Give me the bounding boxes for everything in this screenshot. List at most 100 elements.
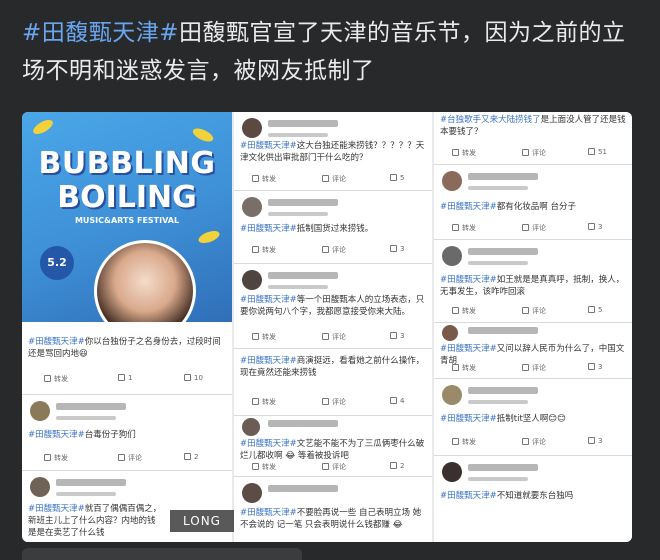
comment-button[interactable]: 评论 <box>522 148 546 158</box>
like-button[interactable]: 3 <box>390 245 404 253</box>
like-button[interactable]: 3 <box>588 363 602 371</box>
forward-button[interactable]: 转发 <box>452 306 476 316</box>
comment-button[interactable]: 评论 <box>522 223 546 233</box>
like-button[interactable]: 3 <box>588 223 602 231</box>
forward-button[interactable]: 转发 <box>252 332 276 342</box>
comment-button[interactable]: 评论 <box>322 332 346 342</box>
weibo-post[interactable]: #田馥甄天津#台毒份子狗们 转发 评论 2 <box>22 395 232 471</box>
username-blurred <box>268 199 338 206</box>
post-hashtag[interactable]: #田馥甄天津# <box>440 202 497 212</box>
post-hashtag[interactable]: #田馥甄天津# <box>240 508 297 518</box>
weibo-post[interactable]: #田馥甄天津#不知道就要东台独吗 <box>434 456 632 542</box>
meta-blurred <box>56 415 116 420</box>
weibo-post[interactable]: #田馥甄天津#等一个田馥甄本人的立场表态，只要你说两句八个字，我都愿意接受你来大… <box>234 264 432 349</box>
weibo-post[interactable]: #田馥甄天津#文艺能不能不为了三瓜俩枣什么破烂儿都收啊 😂 等着被投诉吧 转发 … <box>234 416 432 477</box>
post-hashtag[interactable]: #田馥甄天津# <box>28 430 85 440</box>
forward-button[interactable]: 转发 <box>452 223 476 233</box>
like-button[interactable]: 2 <box>184 453 198 461</box>
post-hashtag[interactable]: #田馥甄天津# <box>240 295 297 305</box>
headline-hashtag[interactable]: #田馥甄天津# <box>22 20 179 46</box>
forward-button[interactable]: 转发 <box>452 363 476 373</box>
post-actions: 转发 评论 2 <box>22 453 232 465</box>
avatar[interactable] <box>242 418 260 436</box>
post-text: #田馥甄天津#商演挺远，看看她之前什么操作，现在竟然还能来捞钱 <box>240 356 425 378</box>
post-text: #田馥甄天津#这大台独还能来捞钱？？？？？天津文化供出审批部门干什么吃的？ <box>240 141 425 163</box>
forward-button[interactable]: 转发 <box>452 148 476 158</box>
post-hashtag[interactable]: #田馥甄天津# <box>240 356 297 366</box>
like-button[interactable]: 5 <box>390 174 404 182</box>
post-hashtag[interactable]: #台独歌手又来大陆捞钱了 <box>440 115 541 125</box>
comment-button[interactable]: 评论 <box>522 306 546 316</box>
comment-button[interactable]: 评论 <box>322 245 346 255</box>
post-hashtag[interactable]: #田馥甄天津# <box>440 275 497 285</box>
weibo-post[interactable]: #田馥甄天津#抵制国货过来捞钱。 转发 评论 3 <box>234 191 432 264</box>
post-actions: 转发 评论 3 <box>434 223 632 235</box>
like-button[interactable]: 2 <box>390 462 404 470</box>
avatar[interactable] <box>242 483 262 503</box>
comment-button[interactable]: 评论 <box>522 363 546 373</box>
forward-button[interactable]: 转发 <box>44 374 68 384</box>
avatar[interactable] <box>442 325 458 341</box>
avatar[interactable] <box>242 118 262 138</box>
like-button[interactable]: 3 <box>390 332 404 340</box>
like-button[interactable]: 3 <box>588 437 602 445</box>
avatar[interactable] <box>442 246 462 266</box>
like-button[interactable]: 5 <box>588 306 602 314</box>
post-hashtag[interactable]: #田馥甄天津# <box>440 344 497 354</box>
like-button[interactable]: 10 <box>184 374 203 382</box>
leaf-decoration <box>190 125 216 145</box>
post-hashtag[interactable]: #田馥甄天津# <box>240 224 297 234</box>
post-hashtag[interactable]: #田馥甄天津# <box>440 491 497 501</box>
weibo-post[interactable]: #田馥甄天津#不要脸再说一些 自己表明立场 她不会说的 记一笔 只会表明说什么钱… <box>234 477 432 542</box>
leaf-decoration <box>30 117 56 137</box>
post-actions: 转发 评论 2 <box>234 462 432 474</box>
comment-button[interactable]: 评论 <box>522 437 546 447</box>
comment-button[interactable]: 评论 <box>322 462 346 472</box>
comment-button[interactable]: 评论 <box>118 453 142 463</box>
post-text: #田馥甄天津#抵制tit坚人啊😊😊 <box>440 414 566 424</box>
comment-button[interactable]: 评论 <box>322 174 346 184</box>
weibo-post[interactable]: #田馥甄天津#都有化妆品啊 台分子 转发 评论 3 <box>434 165 632 240</box>
avatar[interactable] <box>442 171 462 191</box>
username-blurred <box>56 403 126 410</box>
forward-button[interactable]: 转发 <box>252 462 276 472</box>
avatar[interactable] <box>30 401 50 421</box>
forward-button[interactable]: 转发 <box>252 397 276 407</box>
comment-icon <box>118 374 125 381</box>
post-hashtag[interactable]: #田馥甄天津# <box>240 439 297 449</box>
thumbs-up-icon <box>588 437 595 444</box>
user-header <box>242 197 426 219</box>
post-text: #田馥甄天津#台毒份子狗们 <box>28 430 136 440</box>
weibo-post[interactable]: #田馥甄天津#又问以辞人民币为什么了，中国文青胡 转发 评论 3 <box>434 323 632 379</box>
headline: #田馥甄天津#田馥甄官宣了天津的音乐节，因为之前的立场不明和迷惑发言，被网友抵制… <box>22 14 642 90</box>
weibo-post[interactable]: #田馥甄天津#你以台独份子之名身份去，过段时间还是骂回内地😆 转发 1 10 <box>22 322 232 395</box>
weibo-post[interactable]: #田馥甄天津#这大台独还能来捞钱？？？？？天津文化供出审批部门干什么吃的？ 转发… <box>234 112 432 191</box>
avatar[interactable] <box>242 197 262 217</box>
like-button[interactable]: 51 <box>588 148 607 156</box>
post-hashtag[interactable]: #田馥甄天津# <box>28 337 85 347</box>
forward-button[interactable]: 转发 <box>452 437 476 447</box>
weibo-post[interactable]: #台独歌手又来大陆捞钱了是上面没人管了还是钱本要钱了？ 转发 评论 51 <box>434 112 632 165</box>
post-hashtag[interactable]: #田馥甄天津# <box>240 141 297 151</box>
avatar[interactable] <box>30 477 50 497</box>
weibo-post[interactable]: #田馥甄天津#抵制tit坚人啊😊😊 转发 评论 3 <box>434 379 632 456</box>
comment-button[interactable]: 1 <box>118 374 132 382</box>
post-hashtag[interactable]: #田馥甄天津# <box>440 414 497 424</box>
avatar[interactable] <box>442 462 462 482</box>
avatar[interactable] <box>442 385 462 405</box>
comment-icon <box>322 463 329 470</box>
post-text: #台独歌手又来大陆捞钱了是上面没人管了还是钱本要钱了？ <box>440 115 626 137</box>
poster-date: 5.2 <box>40 246 74 280</box>
post-text: #田馥甄天津#抵制国货过来捞钱。 <box>240 224 374 234</box>
avatar[interactable] <box>242 270 262 290</box>
forward-button[interactable]: 转发 <box>252 245 276 255</box>
forward-button[interactable]: 转发 <box>252 174 276 184</box>
forward-button[interactable]: 转发 <box>44 453 68 463</box>
thumbs-up-icon <box>184 374 191 381</box>
weibo-post[interactable]: #田馥甄天津#如王就是是真真呼，抵制，换人，无事发生，该咋咋回滚 转发 评论 5 <box>434 240 632 323</box>
post-hashtag[interactable]: #田馥甄天津# <box>28 504 85 514</box>
meta-blurred <box>268 284 328 289</box>
like-button[interactable]: 4 <box>390 397 404 405</box>
weibo-post[interactable]: #田馥甄天津#商演挺远，看看她之前什么操作，现在竟然还能来捞钱 转发 评论 4 <box>234 349 432 416</box>
comment-button[interactable]: 评论 <box>322 397 346 407</box>
